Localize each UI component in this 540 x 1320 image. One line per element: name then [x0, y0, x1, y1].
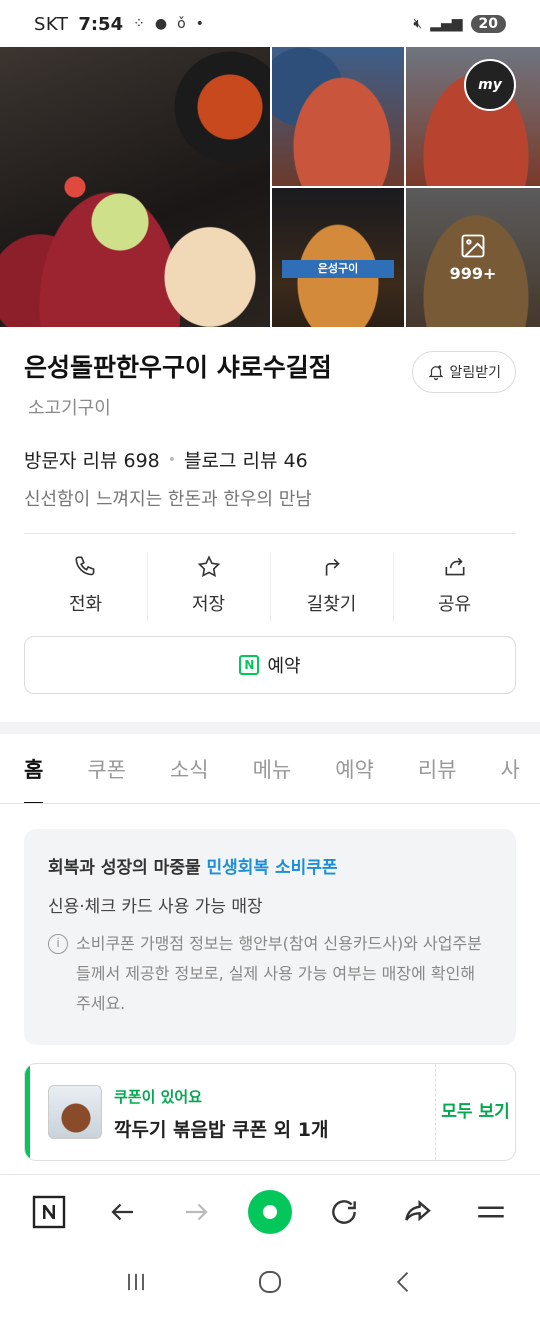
my-avatar[interactable]: my	[464, 59, 516, 111]
hamburger-icon	[478, 1205, 504, 1218]
refresh-button[interactable]	[318, 1186, 370, 1238]
visitor-reviews-link[interactable]: 방문자 리뷰 698	[24, 446, 160, 473]
directions-icon	[325, 558, 340, 576]
arrow-right-icon	[186, 1203, 208, 1220]
consumption-coupon-notice: 회복과 성장의 마중물 민생회복 소비쿠폰 신용·체크 카드 사용 가능 매장 …	[24, 829, 516, 1045]
call-button[interactable]: 전화	[24, 552, 147, 618]
tab-coupon[interactable]: 쿠폰	[87, 734, 126, 803]
share-label: 공유	[437, 594, 472, 615]
place-description: 신선함이 느껴지는 한돈과 한우의 만남	[24, 489, 312, 510]
storefront-sign: 은성구이	[282, 260, 394, 278]
save-label: 저장	[191, 594, 226, 615]
tab-photo[interactable]: 사	[501, 734, 520, 803]
recent-apps-button[interactable]	[122, 1268, 150, 1300]
tab-bar: 홈 쿠폰 소식 메뉴 예약 리뷰 사	[0, 734, 540, 804]
share-page-button[interactable]	[391, 1186, 443, 1238]
coupon-tag: 쿠폰이 있어요	[114, 1088, 203, 1106]
refresh-icon	[331, 1199, 356, 1224]
coupon-text: 쿠폰이 있어요 깍두기 볶음밥 쿠폰 외 1개	[114, 1064, 435, 1160]
share-icon	[445, 557, 464, 576]
battery-indicator: 20	[470, 15, 506, 33]
app-icon: ǒ	[177, 16, 186, 32]
forward-button[interactable]	[170, 1186, 222, 1238]
naver-home-button[interactable]	[23, 1186, 75, 1238]
directions-label: 길찾기	[306, 594, 357, 615]
mute-icon: 🔇︎	[413, 16, 423, 32]
notification-icon: ⁘	[133, 16, 145, 32]
alarm-label: 알림받기	[449, 365, 501, 381]
coupon-thumbnail	[48, 1085, 102, 1139]
more-notifications-icon: •	[195, 16, 204, 32]
more-photos-overlay[interactable]: 999+	[406, 188, 540, 327]
recent-apps-icon	[128, 1273, 145, 1291]
notice-title-highlight: 민생회복 소비쿠폰	[206, 858, 338, 878]
section-separator	[0, 722, 540, 734]
naver-booking-icon: N	[239, 655, 260, 675]
clock: 7:54	[78, 13, 124, 35]
info-icon: i	[48, 934, 68, 954]
system-nav-bar	[0, 1248, 540, 1320]
storefront-photo[interactable]: 은성구이	[272, 188, 404, 327]
tab-reservation[interactable]: 예약	[335, 734, 374, 803]
tab-menu[interactable]: 메뉴	[253, 734, 292, 803]
blog-reviews-link[interactable]: 블로그 리뷰 46	[184, 446, 308, 473]
place-info: 은성돌판한우구이 샤로수길점 소고기구이 알림받기 방문자 리뷰 698 • 블…	[0, 327, 540, 694]
photo-gallery[interactable]: 은성구이 999+ my	[0, 47, 540, 327]
green-dot-button[interactable]	[244, 1186, 296, 1238]
divider	[24, 533, 516, 534]
notice-body-row: i 소비쿠폰 가맹점 정보는 행안부(참여 신용카드사)와 사업주분들께서 제공…	[48, 929, 492, 1019]
coupon-accent	[25, 1064, 30, 1160]
save-button[interactable]: 저장	[147, 552, 270, 622]
call-label: 전화	[68, 594, 103, 615]
green-dot-icon	[247, 1189, 292, 1234]
place-name: 은성돌판한우구이 샤로수길점	[24, 353, 332, 382]
arrow-left-icon	[110, 1203, 133, 1220]
phone-icon	[74, 556, 94, 576]
notice-body: 소비쿠폰 가맹점 정보는 행안부(참여 신용카드사)와 사업주분들께서 제공한 …	[76, 934, 482, 1013]
place-category: 소고기구이	[28, 398, 111, 419]
status-bar: SKT 7:54 ⁘ ● ǒ • 🔇︎ ▂▄▆ 20	[0, 0, 540, 48]
reserve-label: 예약	[267, 656, 301, 677]
browser-toolbar	[0, 1174, 540, 1248]
home-button[interactable]	[255, 1267, 285, 1301]
review-summary: 방문자 리뷰 698 • 블로그 리뷰 46	[24, 446, 516, 473]
system-back-button[interactable]	[390, 1268, 418, 1300]
notice-subtitle: 신용·체크 카드 사용 가능 매장	[48, 897, 263, 917]
tab-home[interactable]: 홈	[24, 734, 44, 803]
signal-icon: ▂▄▆	[430, 16, 463, 32]
share-button[interactable]: 공유	[393, 552, 516, 622]
coupon-card[interactable]: 쿠폰이 있어요 깍두기 볶음밥 쿠폰 외 1개 모두 보기	[24, 1063, 516, 1161]
action-row: 전화 저장 길찾기 공유	[24, 552, 516, 622]
view-all-coupons-button[interactable]: 모두 보기	[435, 1064, 515, 1160]
tab-review[interactable]: 리뷰	[418, 734, 457, 803]
back-button[interactable]	[97, 1186, 149, 1238]
home-circle-icon	[258, 1271, 281, 1293]
chevron-left-icon	[396, 1272, 408, 1292]
menu-button[interactable]	[465, 1186, 517, 1238]
directions-button[interactable]: 길찾기	[270, 552, 393, 622]
forward-share-icon	[405, 1199, 432, 1221]
carrier-label: SKT	[34, 13, 69, 35]
main-photo[interactable]	[0, 47, 270, 327]
photo-thumbnail[interactable]	[272, 47, 404, 186]
notice-title-prefix: 회복과 성장의 마중물	[48, 858, 207, 878]
coupon-name: 깍두기 볶음밥 쿠폰 외 1개	[114, 1119, 329, 1141]
alarm-button[interactable]: 알림받기	[412, 351, 516, 393]
notice-title: 회복과 성장의 마중물 민생회복 소비쿠폰	[48, 853, 492, 878]
image-icon	[461, 234, 485, 258]
talk-icon: ●	[154, 16, 168, 32]
place-title: 은성돌판한우구이 샤로수길점 소고기구이	[24, 349, 354, 428]
separator-dot: •	[167, 451, 177, 468]
photo-count: 999+	[449, 264, 497, 283]
naver-n-icon	[32, 1195, 66, 1228]
star-icon	[197, 555, 220, 578]
tab-news[interactable]: 소식	[170, 734, 209, 803]
reserve-button[interactable]: N 예약	[24, 636, 516, 694]
bell-plus-icon	[429, 365, 444, 381]
